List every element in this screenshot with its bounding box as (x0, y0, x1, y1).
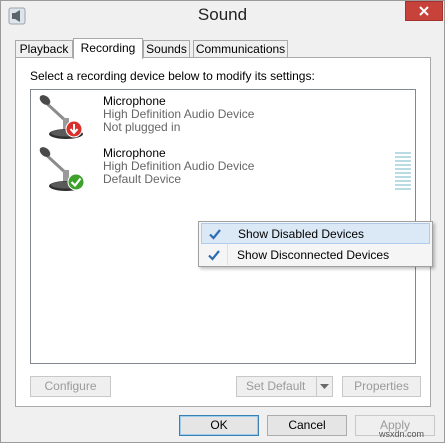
menu-item-label: Show Disabled Devices (238, 227, 365, 241)
level-meter-bar (395, 176, 411, 178)
level-meter-bar (395, 160, 411, 162)
close-icon (419, 6, 429, 16)
device-item[interactable]: Microphone High Definition Audio Device … (31, 146, 415, 194)
level-meter-bar (395, 156, 411, 158)
checkmark-icon (208, 250, 220, 261)
set-default-label: Set Default (246, 379, 306, 393)
close-button[interactable] (405, 1, 443, 21)
menu-item-show-disabled-devices[interactable]: Show Disabled Devices (201, 223, 430, 244)
tab-recording[interactable]: Recording (73, 38, 143, 59)
title-bar[interactable]: Sound (1, 1, 444, 31)
ok-button[interactable]: OK (179, 415, 259, 436)
context-menu: Show Disabled Devices Show Disconnected … (198, 221, 433, 267)
configure-button[interactable]: Configure (30, 376, 111, 397)
instruction-text: Select a recording device below to modif… (30, 69, 315, 83)
level-meter-bar (395, 152, 411, 154)
set-default-dropdown[interactable] (316, 377, 332, 396)
set-default-button[interactable]: Set Default (236, 376, 333, 397)
window-title: Sound (197, 5, 248, 24)
down-arrow-red-icon (65, 120, 83, 138)
cancel-button[interactable]: Cancel (267, 415, 347, 436)
level-meter-bar (395, 184, 411, 186)
chevron-down-icon (320, 383, 329, 389)
level-meter (395, 152, 411, 190)
checkmark-icon (209, 229, 221, 240)
tab-communications[interactable]: Communications (193, 40, 288, 58)
tab-sounds[interactable]: Sounds (143, 40, 190, 58)
level-meter-bar (395, 172, 411, 174)
sound-dialog: Sound Playback Recording Sounds Communic… (0, 0, 445, 443)
level-meter-bar (395, 164, 411, 166)
menu-item-label: Show Disconnected Devices (237, 248, 390, 262)
device-status: Not plugged in (103, 120, 181, 134)
menu-item-show-disconnected-devices[interactable]: Show Disconnected Devices (201, 245, 430, 266)
level-meter-bar (395, 180, 411, 182)
device-details: Microphone High Definition Audio Device … (103, 147, 254, 186)
level-meter-bar (395, 168, 411, 170)
tab-playback[interactable]: Playback (15, 40, 73, 58)
properties-button[interactable]: Properties (342, 376, 421, 397)
device-details: Microphone High Definition Audio Device … (103, 95, 254, 134)
watermark: wsxdn.com (379, 429, 425, 439)
level-meter-bar (395, 188, 411, 190)
device-item[interactable]: Microphone High Definition Audio Device … (31, 94, 415, 142)
device-status: Default Device (103, 172, 182, 186)
check-green-icon (67, 173, 85, 191)
